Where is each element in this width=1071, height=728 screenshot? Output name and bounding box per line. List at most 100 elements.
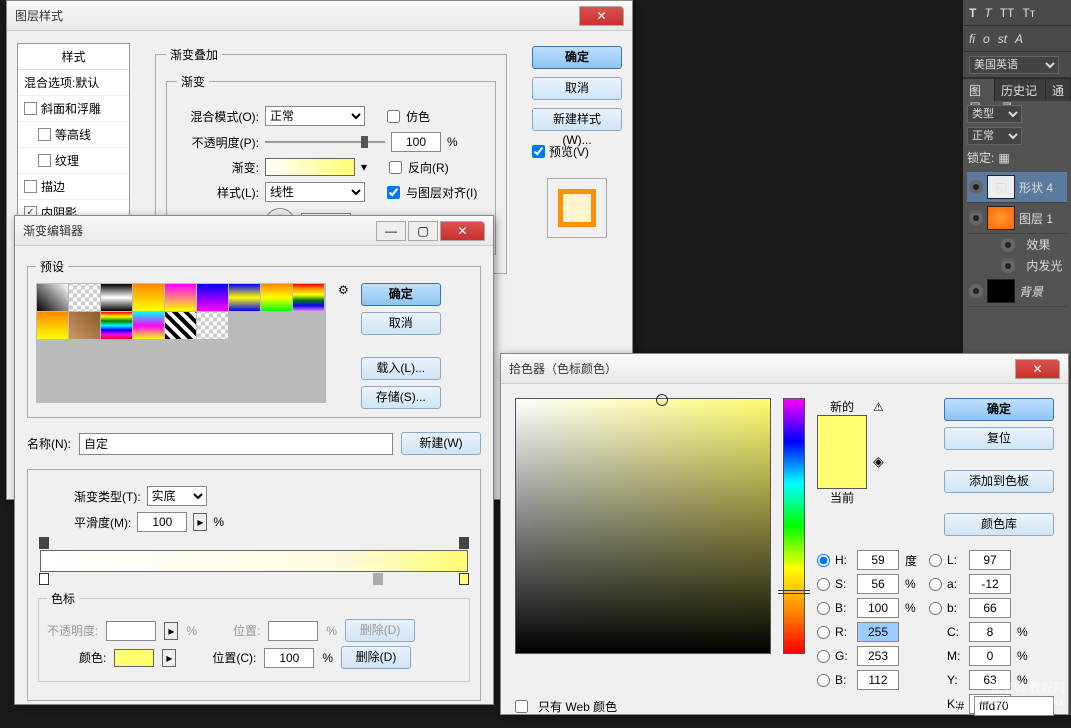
checkbox[interactable] (24, 102, 37, 115)
minimize-icon[interactable]: — (376, 221, 406, 241)
add-swatch-button[interactable]: 添加到色板 (944, 470, 1054, 493)
layer-thumbnail[interactable]: ◱ (987, 175, 1015, 199)
preset-swatch[interactable] (293, 284, 324, 311)
align-check[interactable] (387, 186, 400, 199)
preset-swatch[interactable] (69, 312, 100, 339)
opacity-slider[interactable] (265, 134, 385, 150)
ok-button[interactable]: 确定 (944, 398, 1054, 421)
stroke[interactable]: 描边 (18, 174, 129, 200)
tab-layers[interactable]: 图层 (963, 79, 995, 101)
name-input[interactable] (79, 433, 393, 455)
preset-swatch[interactable] (37, 312, 68, 339)
close-icon[interactable]: ✕ (1015, 359, 1060, 379)
s-input[interactable] (857, 574, 899, 594)
tab-history[interactable]: 历史记录 (995, 79, 1046, 101)
layer-background[interactable]: 背景 (967, 276, 1067, 307)
b-rgb-radio[interactable] (817, 674, 830, 687)
blend-mode-select[interactable]: 正常 (967, 127, 1022, 145)
italic-icon[interactable]: T (984, 6, 991, 20)
grad-type-select[interactable]: 实底 (147, 486, 207, 506)
hue-slider[interactable] (783, 398, 805, 654)
tab-channels[interactable]: 通 (1046, 79, 1071, 101)
visibility-icon[interactable] (969, 211, 983, 225)
b-lab-radio[interactable] (929, 602, 942, 615)
b-lab-input[interactable] (969, 598, 1011, 618)
layer-layer1[interactable]: 图层 1 (967, 203, 1067, 234)
preset-swatch[interactable] (229, 284, 260, 311)
fx-inner-glow[interactable]: 内发光 (967, 255, 1067, 276)
bevel-emboss[interactable]: 斜面和浮雕 (18, 96, 129, 122)
style-select[interactable]: 线性 (265, 182, 365, 202)
gradient-swatch[interactable] (265, 158, 355, 176)
new-style-button[interactable]: 新建样式(W)... (532, 108, 622, 131)
save-button[interactable]: 存储(S)... (361, 386, 441, 409)
ordinals-icon[interactable]: o (983, 32, 990, 46)
h-input[interactable] (857, 550, 899, 570)
preset-swatch[interactable] (133, 284, 164, 311)
cube-icon[interactable]: ◈ (873, 453, 884, 470)
preset-swatch[interactable] (133, 312, 164, 339)
visibility-icon[interactable] (1001, 259, 1015, 273)
reverse-check[interactable] (389, 161, 402, 174)
preset-swatch[interactable] (165, 312, 196, 339)
g-radio[interactable] (817, 650, 830, 663)
preset-swatch[interactable] (101, 312, 132, 339)
preset-swatch[interactable] (69, 284, 100, 311)
g-input[interactable] (857, 646, 899, 666)
ligatures-icon[interactable]: fi (969, 32, 975, 46)
a-radio[interactable] (929, 578, 942, 591)
swash-icon[interactable]: A (1015, 32, 1023, 46)
color-stop[interactable] (459, 573, 469, 585)
c-input[interactable] (969, 622, 1011, 642)
hue-marker[interactable] (778, 590, 810, 594)
bold-icon[interactable]: T (969, 6, 976, 20)
close-icon[interactable]: ✕ (579, 6, 624, 26)
preset-swatch[interactable] (101, 284, 132, 311)
checkbox[interactable] (38, 128, 51, 141)
visibility-icon[interactable] (969, 180, 983, 194)
load-button[interactable]: 载入(L)... (361, 357, 441, 380)
cancel-button[interactable]: 取消 (361, 312, 441, 335)
titlebar[interactable]: 拾色器（色标颜色） ✕ (501, 354, 1068, 384)
preview-check[interactable] (532, 145, 545, 158)
b-rgb-input[interactable] (857, 670, 899, 690)
dropdown-icon[interactable]: ▸ (193, 513, 207, 531)
blending-options[interactable]: 混合选项:默认 (18, 70, 129, 96)
delete-button[interactable]: 删除(D) (341, 646, 411, 669)
reset-button[interactable]: 复位 (944, 427, 1054, 450)
titlebar[interactable]: 渐变编辑器 — ▢ ✕ (15, 216, 493, 246)
close-icon[interactable]: ✕ (440, 221, 485, 241)
dropdown-icon[interactable]: ▾ (361, 160, 367, 174)
preset-swatch[interactable] (165, 284, 196, 311)
r-input[interactable] (857, 622, 899, 642)
filter-kind-select[interactable]: 类型 (967, 105, 1022, 123)
lock-pixels-icon[interactable]: ▦ (998, 151, 1009, 165)
language-select[interactable]: 美国英语 (969, 56, 1059, 74)
gear-icon[interactable]: ⚙ (338, 283, 349, 297)
ok-button[interactable]: 确定 (532, 46, 622, 69)
cancel-button[interactable]: 取消 (532, 77, 622, 100)
gradient-bar[interactable] (40, 550, 468, 572)
h-radio[interactable] (817, 554, 830, 567)
texture[interactable]: 纹理 (18, 148, 129, 174)
current-color-swatch[interactable] (818, 452, 866, 488)
a-input[interactable] (969, 574, 1011, 594)
allcaps-icon[interactable]: TT (1000, 6, 1015, 20)
m-input[interactable] (969, 646, 1011, 666)
s-radio[interactable] (817, 578, 830, 591)
opacity-stop[interactable] (459, 537, 469, 549)
l-radio[interactable] (929, 554, 942, 567)
smallcaps-icon[interactable]: Tᴛ (1022, 6, 1035, 20)
smooth-input[interactable] (137, 512, 187, 532)
dither-check[interactable] (387, 110, 400, 123)
visibility-icon[interactable] (1001, 238, 1015, 252)
b-hsb-radio[interactable] (817, 602, 830, 615)
fx-effects[interactable]: 效果 (967, 234, 1067, 255)
layer-shape4[interactable]: ◱ 形状 4 (967, 172, 1067, 203)
preset-swatch[interactable] (197, 312, 228, 339)
web-only-check[interactable] (515, 700, 528, 713)
midpoint[interactable] (373, 573, 383, 585)
new-button[interactable]: 新建(W) (401, 432, 481, 455)
checkbox[interactable] (24, 180, 37, 193)
preset-swatch[interactable] (261, 284, 292, 311)
